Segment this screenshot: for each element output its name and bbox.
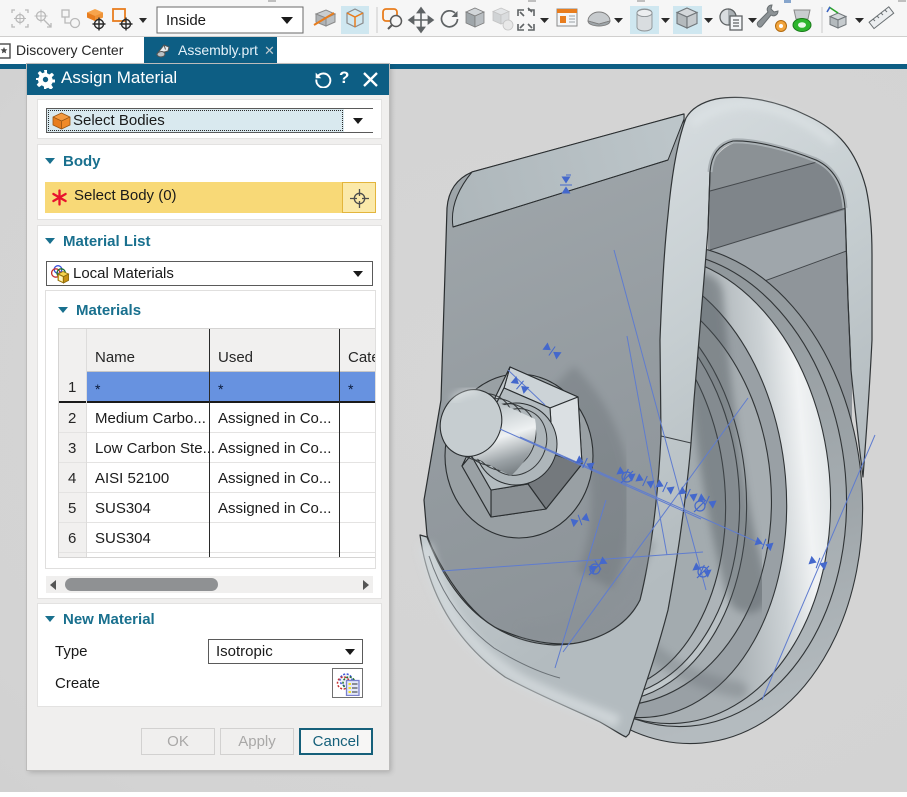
svg-text:Inside: Inside (166, 12, 206, 29)
